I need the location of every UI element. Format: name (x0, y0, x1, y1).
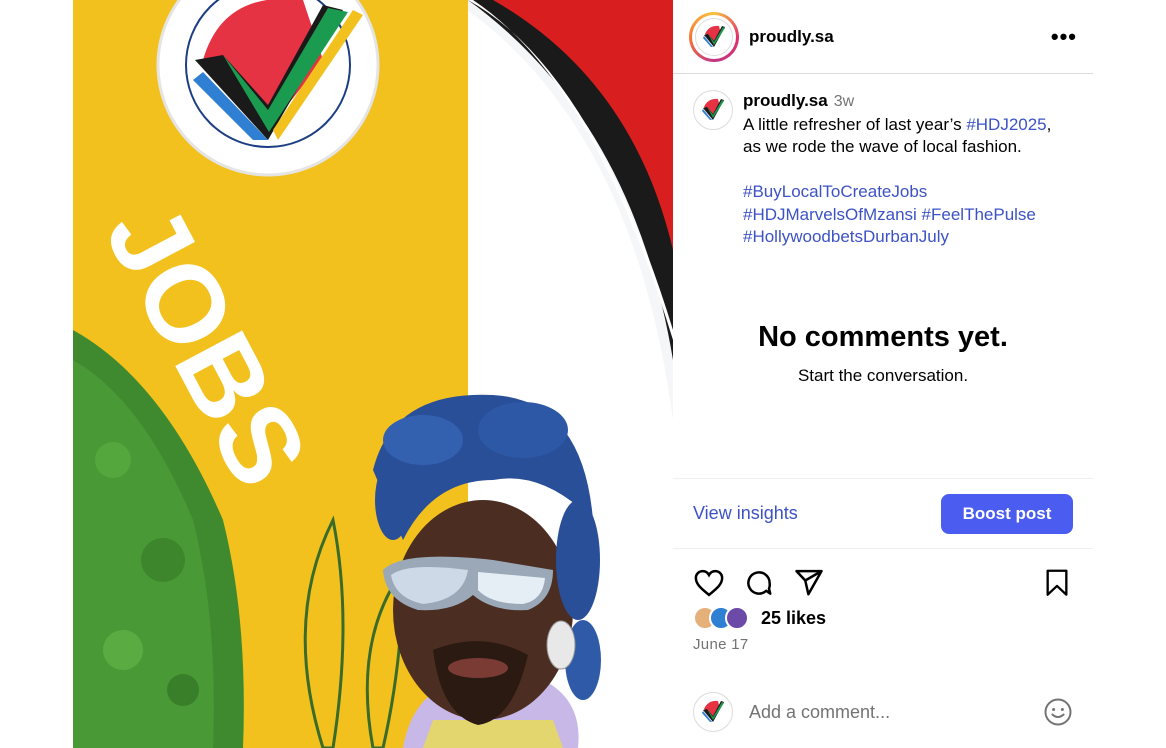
caption-text: A little refresher of last year’s #HDJ20… (743, 114, 1052, 157)
hashtag-buylocal[interactable]: #BuyLocalToCreateJobs (743, 182, 927, 201)
hashtag-durbanjuly[interactable]: #HollywoodbetsDurbanJuly (743, 227, 949, 246)
profile-username[interactable]: proudly.sa (749, 27, 834, 47)
hashtag-hdj2025[interactable]: #HDJ2025 (966, 115, 1046, 134)
hashtag-feelthepulse[interactable]: #FeelThePulse (922, 205, 1036, 224)
comment-icon[interactable] (743, 567, 775, 599)
insights-bar: View insights Boost post (673, 478, 1093, 549)
post-header: proudly.sa ••• (673, 0, 1093, 74)
proudly-sa-logo-icon (702, 98, 724, 120)
commenter-avatar (693, 692, 733, 732)
liker-avatar (725, 606, 749, 630)
post-photo: JOBS (73, 0, 673, 748)
proudly-sa-logo-icon (702, 700, 724, 722)
view-insights-link[interactable]: View insights (693, 503, 798, 524)
heart-icon[interactable] (693, 567, 725, 599)
likes-count[interactable]: 25 likes (761, 608, 826, 629)
caption-time: 3w (833, 93, 855, 110)
caption-body: proudly.sa 3w A little refresher of last … (743, 90, 1073, 249)
bookmark-icon[interactable] (1041, 567, 1073, 599)
post-caption: proudly.sa 3w A little refresher of last … (673, 74, 1093, 249)
comment-bar (693, 690, 1073, 734)
post-sidebar: proudly.sa ••• proudly.sa 3w A little ref… (673, 0, 1093, 748)
empty-comments-title: No comments yet. (758, 320, 1008, 353)
caption-username[interactable]: proudly.sa (743, 91, 828, 110)
proudly-sa-logo-icon (695, 17, 733, 56)
boost-post-button[interactable]: Boost post (941, 493, 1073, 534)
post-image[interactable]: JOBS (73, 0, 673, 748)
more-options-icon[interactable]: ••• (1051, 25, 1077, 48)
comment-input[interactable] (749, 701, 1019, 723)
liker-avatars[interactable] (693, 606, 749, 630)
smiley-icon[interactable] (1043, 697, 1073, 727)
send-icon[interactable] (793, 567, 825, 599)
empty-comments: No comments yet. Start the conversation. (673, 321, 1093, 386)
post-date: June 17 (693, 636, 749, 653)
empty-comments-subtitle: Start the conversation. (797, 365, 969, 385)
hashtag-hdjmarvels[interactable]: #HDJMarvelsOfMzansi (743, 205, 917, 224)
likes-row: 25 likes (693, 606, 826, 630)
post-actions (693, 565, 1073, 601)
profile-avatar[interactable] (689, 11, 739, 62)
caption-avatar[interactable] (693, 90, 733, 130)
